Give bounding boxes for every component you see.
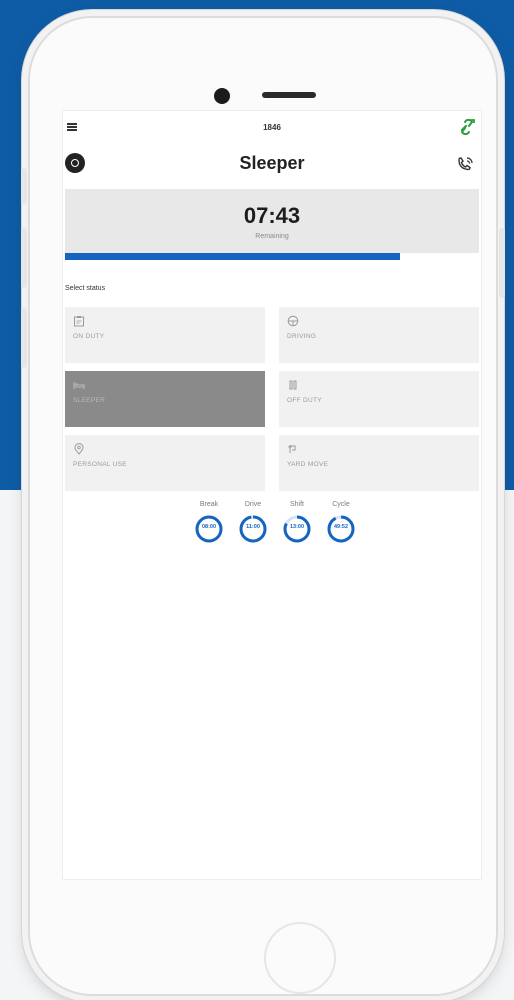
- app-screen: 1846 Sleeper 07:43 Remaining Select stat…: [62, 110, 482, 880]
- phone-volume-down-button: [21, 308, 27, 368]
- remaining-progress-fill: [65, 253, 401, 260]
- status-tile-sleeper[interactable]: SLEEPER: [65, 371, 265, 427]
- phone-call-icon[interactable]: [455, 155, 475, 175]
- clock-cycle[interactable]: Cycle 49:52: [323, 501, 359, 544]
- status-tile-label: ON DUTY: [73, 333, 105, 340]
- status-tile-yard-move[interactable]: YARD MOVE: [279, 435, 479, 491]
- sync-link-icon[interactable]: [457, 117, 477, 137]
- phone-volume-up-button: [21, 228, 27, 288]
- status-tile-personal-use[interactable]: PERSONAL USE: [65, 435, 265, 491]
- clock-label: Break: [199, 501, 219, 508]
- hos-clocks: Break 08:00 Drive 11:00 Shift 13:00 Cycl…: [191, 501, 361, 561]
- pause-icon: [289, 380, 297, 390]
- status-tile-label: OFF DUTY: [287, 397, 322, 404]
- clock-label: Cycle: [332, 501, 350, 508]
- clock-drive[interactable]: Drive 11:00: [235, 501, 271, 544]
- clipboard-icon: [74, 316, 84, 327]
- app-header: Sleeper: [63, 147, 481, 187]
- status-tile-on-duty[interactable]: ON DUTY: [65, 307, 265, 363]
- status-bar: 1846: [63, 111, 481, 141]
- clock-value: 13:00: [289, 524, 305, 530]
- select-status-label: Select status: [65, 285, 106, 292]
- front-camera: [214, 88, 230, 104]
- status-tile-off-duty[interactable]: OFF DUTY: [279, 371, 479, 427]
- remaining-time-value: 07:43: [243, 203, 301, 228]
- status-tile-label: PERSONAL USE: [73, 461, 127, 468]
- status-tile-label: SLEEPER: [73, 397, 106, 404]
- status-tile-label: YARD MOVE: [287, 461, 329, 468]
- status-tile-label: DRIVING: [287, 333, 317, 340]
- clock-value: 49:52: [333, 524, 349, 530]
- clock-shift[interactable]: Shift 13:00: [279, 501, 315, 544]
- clock-label: Shift: [289, 501, 304, 508]
- location-pin-icon: [74, 443, 84, 455]
- status-time: 1846: [263, 123, 281, 132]
- route-icon: [288, 444, 296, 453]
- remaining-timer-card: 07:43 Remaining: [65, 189, 479, 257]
- phone-side-button: [21, 168, 27, 204]
- clock-label: Drive: [244, 501, 262, 508]
- steering-wheel-icon: [287, 315, 299, 327]
- clock-value: 11:00: [246, 524, 260, 530]
- remaining-progress-bar: [65, 253, 479, 260]
- phone-power-button: [499, 228, 505, 298]
- bed-icon: [73, 382, 85, 389]
- clock-value: 08:00: [201, 524, 217, 530]
- page-title: Sleeper: [239, 153, 305, 173]
- earpiece-speaker: [262, 92, 316, 98]
- remaining-caption: Remaining: [255, 233, 289, 240]
- status-tile-driving[interactable]: DRIVING: [279, 307, 479, 363]
- home-button[interactable]: [264, 922, 336, 994]
- clock-break[interactable]: Break 08:00: [191, 501, 227, 544]
